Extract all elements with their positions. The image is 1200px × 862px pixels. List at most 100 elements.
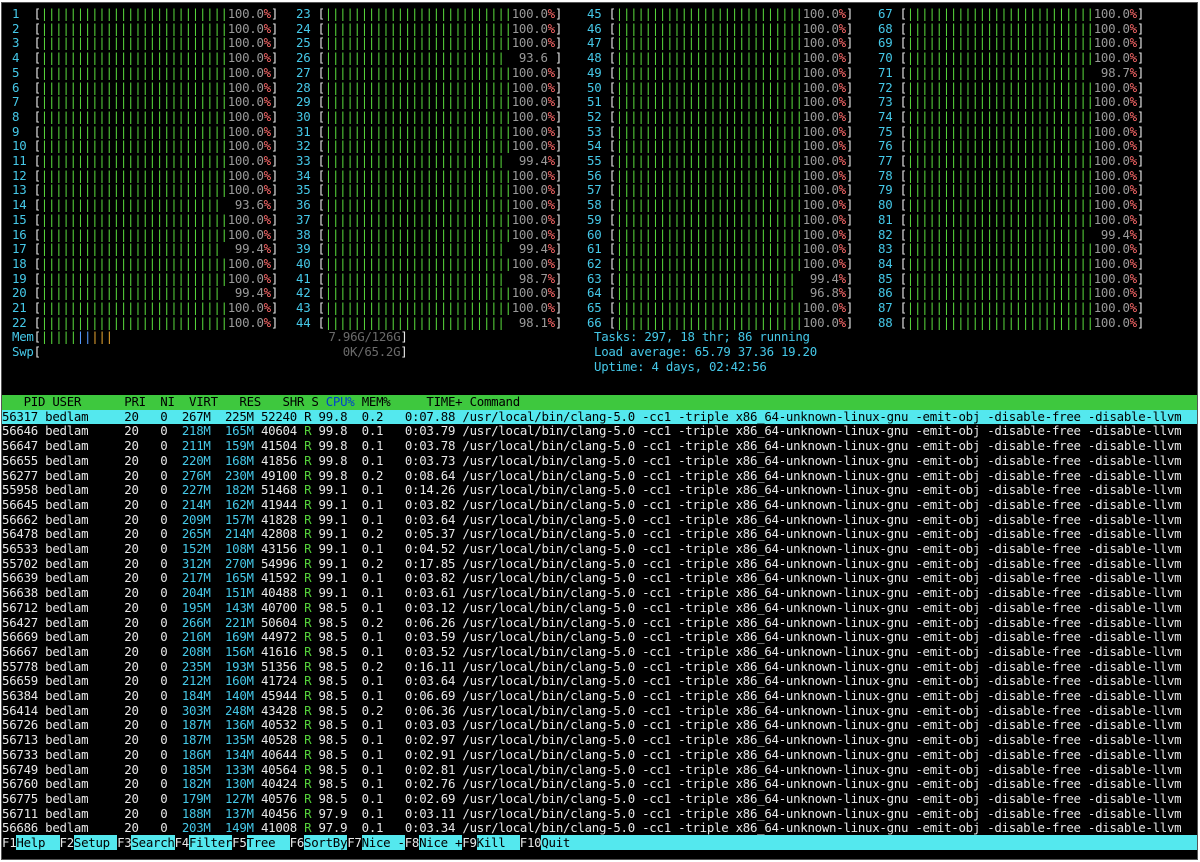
process-row[interactable]: 56478 bedlam 20 0 265M 214M 42808 R 99.1…: [2, 526, 1197, 542]
fkey-f1[interactable]: F1Help: [2, 835, 60, 850]
shr-cell: 40528: [260, 732, 297, 748]
cpu-id: 77: [878, 153, 900, 168]
process-row[interactable]: 56760 bedlam 20 0 182M 130M 40424 R 98.5…: [2, 776, 1197, 792]
cpu-usage-bar: |||||||||||||||||||||||||: [324, 153, 512, 168]
process-row[interactable]: 56277 bedlam 20 0 276M 230M 49100 R 99.8…: [2, 468, 1197, 484]
process-row[interactable]: 56639 bedlam 20 0 217M 165M 41592 R 99.1…: [2, 571, 1197, 586]
column-header-virt[interactable]: VIRT: [182, 394, 218, 409]
fkey-f10[interactable]: F10Quit: [520, 835, 570, 850]
fkey-f8[interactable]: F8Nice +: [405, 835, 463, 850]
process-row[interactable]: 56669 bedlam 20 0 216M 169M 44972 R 98.5…: [2, 629, 1197, 645]
fkey-f5[interactable]: F5Tree: [232, 835, 290, 850]
cpu-id: 41: [296, 270, 318, 286]
column-header-user[interactable]: USER: [52, 394, 117, 409]
process-row[interactable]: 56647 bedlam 20 0 211M 159M 41504 R 99.8…: [2, 438, 1197, 454]
cpu-meter-18: 18 [||||||||||||||||||||||||||100.0%]: [12, 255, 279, 271]
cpu-percent: 100.0: [227, 6, 264, 21]
shr-cell: 43156: [260, 541, 297, 556]
process-row[interactable]: 56711 bedlam 20 0 188M 137M 40456 R 97.9…: [2, 806, 1197, 822]
process-row[interactable]: 56749 bedlam 20 0 185M 133M 40564 R 98.5…: [2, 762, 1197, 778]
time-cell: 0:03.82: [390, 570, 456, 586]
cpu-usage-bar: ||||||||||||||||||||||||||: [324, 79, 512, 95]
pid-cell: 55702: [2, 555, 38, 571]
cpu-usage-bar: |||||||||||||||||||||||||: [324, 50, 512, 66]
virt-cell: 204M: [174, 585, 211, 601]
fkey-f4[interactable]: F4Filter: [175, 835, 232, 850]
priority-cell: 20: [117, 570, 139, 586]
fkey-f9[interactable]: F9Kill: [462, 835, 520, 850]
nice-cell: 0: [145, 717, 168, 733]
column-header-command[interactable]: Command: [470, 394, 521, 409]
user-cell: bedlam: [45, 585, 110, 601]
process-row[interactable]: 56667 bedlam 20 0 208M 156M 41616 R 98.5…: [2, 644, 1197, 660]
column-header-time[interactable]: TIME+: [398, 394, 462, 409]
process-row[interactable]: 56726 bedlam 20 0 187M 136M 40532 R 98.5…: [2, 718, 1197, 733]
process-row[interactable]: 56733 bedlam 20 0 186M 134M 40644 R 98.5…: [2, 747, 1197, 763]
cpu-percent: 100.0: [1093, 108, 1130, 124]
cpu-percent: 100.0: [1093, 94, 1130, 110]
function-key-row: F1Help F2Setup F3SearchF4FilterF5Tree F6…: [2, 835, 1197, 851]
column-header-mem[interactable]: MEM%: [362, 394, 391, 409]
fkey-f3[interactable]: F3Search: [117, 835, 175, 850]
cpu-usage-bar: ||||||||||||||||||||||||||: [40, 6, 228, 21]
priority-cell: 20: [117, 688, 139, 703]
cpu-percent: 100.0: [802, 94, 839, 110]
column-header-shr[interactable]: SHR: [268, 394, 305, 409]
column-header-res[interactable]: RES: [225, 394, 261, 409]
mem-cell: 0.1: [354, 585, 384, 601]
column-header-pid[interactable]: PID: [9, 394, 46, 409]
process-row[interactable]: 56384 bedlam 20 0 184M 140M 45944 R 98.5…: [2, 688, 1197, 704]
priority-cell: 20: [117, 526, 139, 542]
cpu-meter-7: 7 [||||||||||||||||||||||||||100.0%]: [12, 94, 279, 110]
cpu-meter-30: 30 [||||||||||||||||||||||||||100.0%]: [296, 108, 563, 124]
column-header-cpu[interactable]: CPU%: [326, 394, 355, 409]
mem-cell: 0.1: [354, 629, 384, 645]
fkey-f6[interactable]: F6SortBy: [290, 835, 347, 850]
pid-cell: 56317: [2, 408, 38, 424]
cpu-percent: 100.0: [802, 226, 839, 242]
cpu-id: 3: [12, 35, 34, 51]
process-row[interactable]: 55958 bedlam 20 0 227M 182M 51468 R 99.1…: [2, 482, 1197, 498]
process-row[interactable]: 56638 bedlam 20 0 204M 151M 40488 R 99.1…: [2, 585, 1197, 601]
cpu-id: 17: [12, 241, 34, 257]
process-row[interactable]: 56655 bedlam 20 0 220M 168M 41856 R 99.8…: [2, 453, 1197, 469]
cpu-id: 36: [296, 197, 318, 213]
virt-cell: 312M: [174, 555, 211, 571]
pid-cell: 56427: [2, 614, 38, 630]
process-row[interactable]: 56646 bedlam 20 0 218M 165M 40604 R 99.8…: [2, 424, 1197, 439]
nice-cell: 0: [145, 688, 168, 703]
pid-cell: 56647: [2, 438, 38, 454]
fkey-f2[interactable]: F2Setup: [60, 835, 118, 850]
process-row[interactable]: 56414 bedlam 20 0 303M 248M 43428 R 98.5…: [2, 702, 1197, 719]
column-header-ni[interactable]: NI: [153, 394, 175, 409]
cpu-id: 1: [12, 6, 34, 21]
time-cell: 0:14.26: [390, 482, 456, 498]
process-row-selected[interactable]: 56317 bedlam 20 0 267M 225M 52240 R 99.8…: [2, 408, 1197, 425]
column-header-state[interactable]: S: [311, 394, 318, 409]
process-row[interactable]: 56712 bedlam 20 0 195M 143M 40700 R 98.5…: [2, 599, 1197, 616]
process-row[interactable]: 55702 bedlam 20 0 312M 270M 54996 R 99.1…: [2, 555, 1197, 572]
cpu-meter-65: 65 [||||||||||||||||||||||||||100.0%]: [587, 300, 854, 315]
cpu-id: 29: [296, 94, 318, 110]
cpu-meter-20: 20 [||||||||||||||||||||||||| 99.4%]: [12, 285, 279, 301]
cpu-usage-bar: ||||||||||||||||||||||||||: [906, 211, 1094, 227]
process-row[interactable]: 55778 bedlam 20 0 235M 193M 51356 R 98.5…: [2, 659, 1197, 675]
process-row[interactable]: 56686 bedlam 20 0 203M 149M 41008 R 97.9…: [2, 820, 1197, 836]
process-row[interactable]: 56662 bedlam 20 0 209M 157M 41828 R 99.1…: [2, 512, 1197, 528]
process-row[interactable]: 56775 bedlam 20 0 179M 127M 40576 R 98.5…: [2, 791, 1197, 807]
res-cell: 248M: [217, 702, 254, 718]
virt-cell: 218M: [174, 423, 211, 439]
cpu-percent: 100.0: [227, 20, 264, 36]
cpu-percent: 100.0: [511, 255, 548, 271]
fkey-label: Kill: [476, 835, 520, 850]
process-row[interactable]: 56645 bedlam 20 0 214M 162M 41944 R 99.1…: [2, 497, 1197, 513]
fkey-f7[interactable]: F7Nice -: [347, 835, 405, 850]
command-cell: /usr/local/bin/clang-5.0 -cc1 -triple x8…: [462, 570, 1182, 586]
process-row[interactable]: 56713 bedlam 20 0 187M 135M 40528 R 98.5…: [2, 732, 1197, 748]
process-row[interactable]: 56659 bedlam 20 0 212M 160M 41724 R 98.5…: [2, 673, 1197, 689]
process-row[interactable]: 56427 bedlam 20 0 266M 221M 50604 R 98.5…: [2, 614, 1197, 631]
shr-cell: 40700: [260, 599, 297, 615]
cpu-usage-bar: ||||||||||||||||||||||||||: [40, 211, 228, 227]
column-header-pri[interactable]: PRI: [124, 394, 146, 409]
process-row[interactable]: 56533 bedlam 20 0 152M 108M 43156 R 99.1…: [2, 541, 1197, 557]
